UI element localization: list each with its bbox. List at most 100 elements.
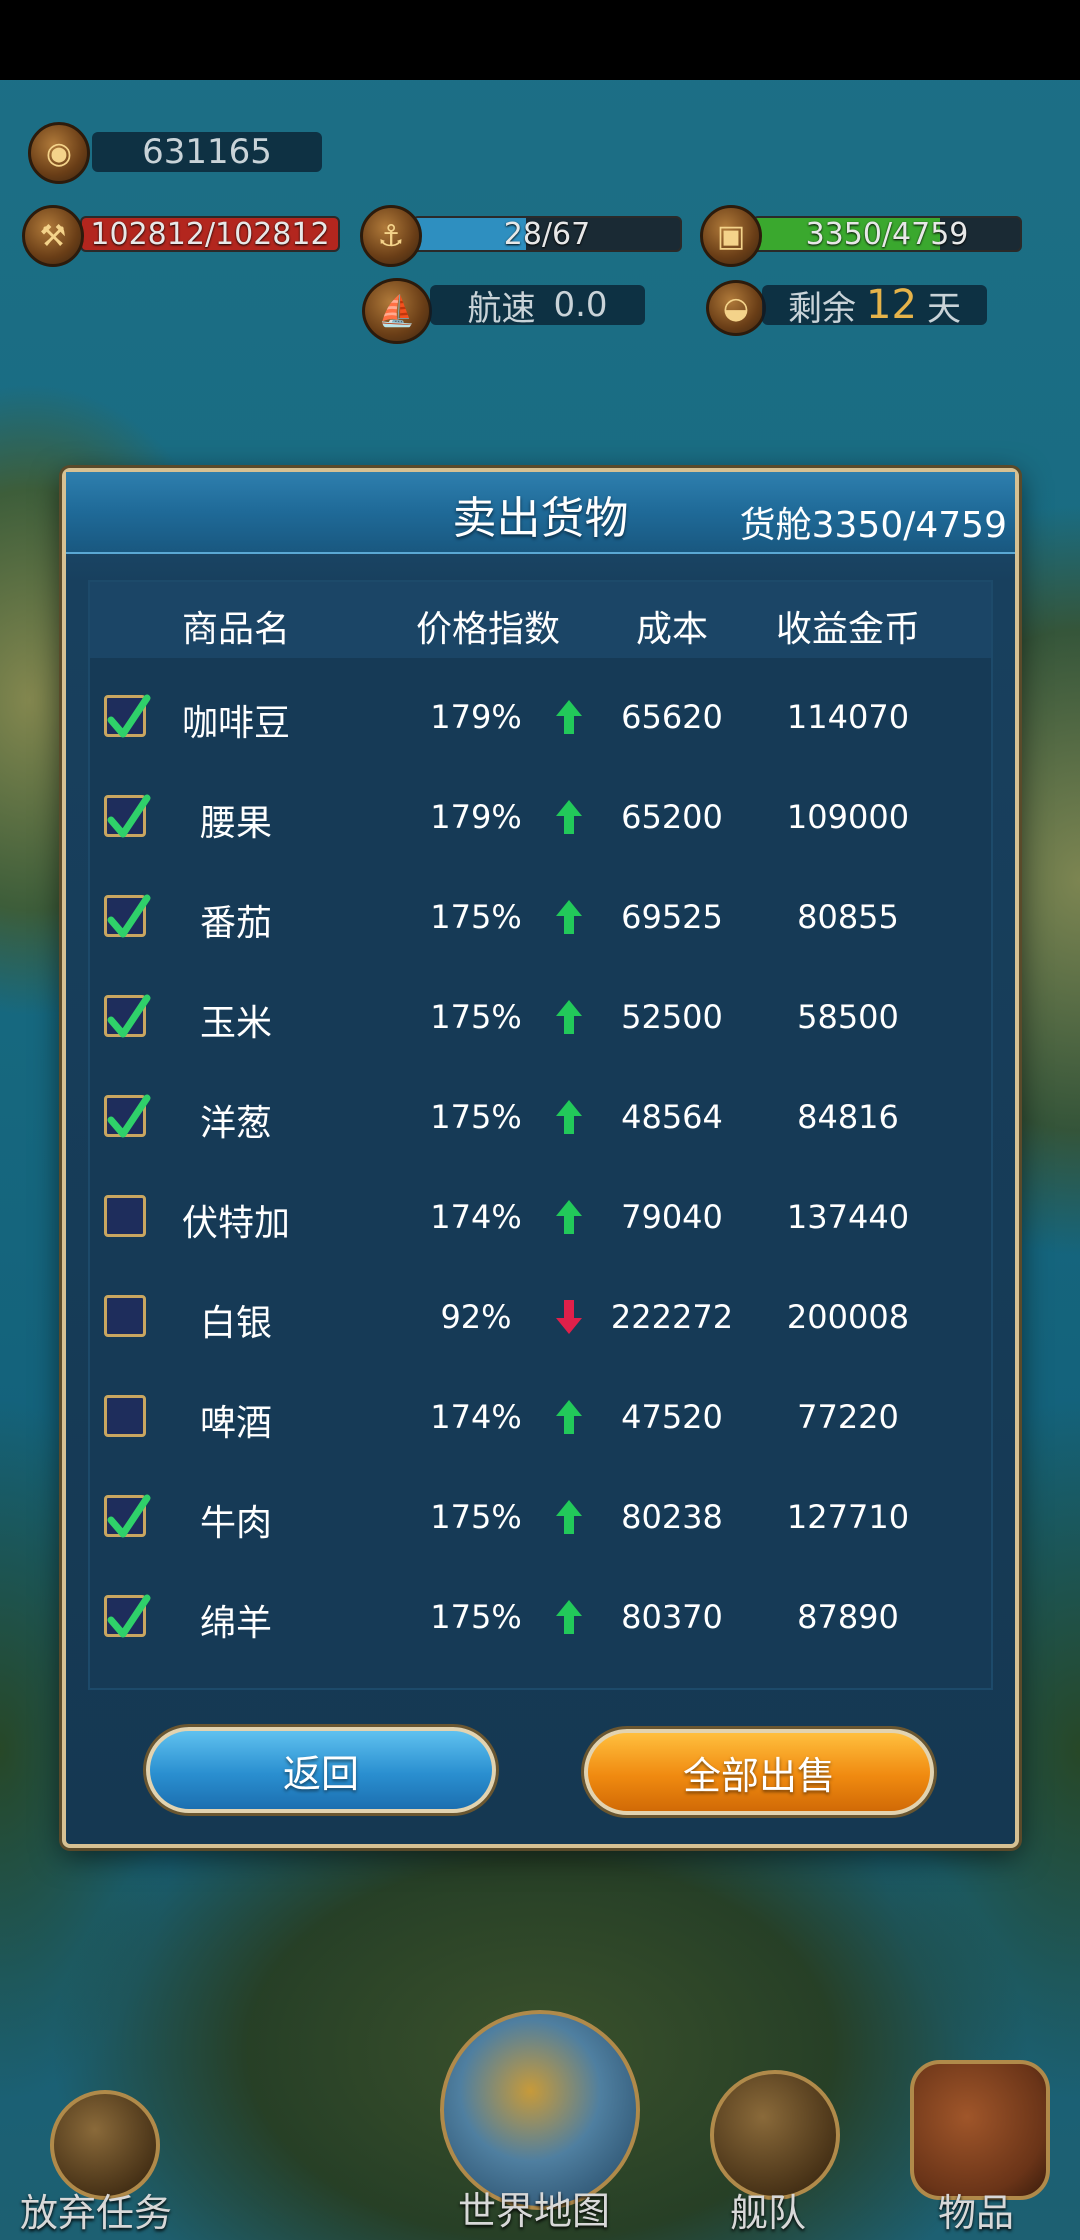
profit-value: 87890 [797, 1598, 899, 1636]
profit-value: 80855 [797, 898, 899, 936]
items-button[interactable]: 物品 [900, 2060, 1060, 2235]
table-row[interactable]: 白银 92% 222272 200008 [90, 1270, 991, 1370]
table-row[interactable]: 绵羊 175% 80370 87890 [90, 1570, 991, 1670]
trend-up-icon [554, 898, 584, 936]
price-index: 174% [430, 1398, 522, 1436]
row-checkbox[interactable] [104, 1195, 146, 1237]
cargo-bar: 3350/4759 [752, 216, 1022, 252]
checkmark-icon [107, 794, 151, 838]
speed-value: 0.0 [553, 285, 608, 325]
world-map-button[interactable]: 世界地图 [430, 2010, 650, 2233]
speed-display: 航速 0.0 [430, 285, 645, 329]
row-checkbox[interactable] [104, 694, 151, 738]
status-bar [0, 0, 1080, 80]
table-row[interactable]: 洋葱 175% 48564 84816 [90, 1070, 991, 1170]
cost-value: 80238 [621, 1498, 723, 1536]
goods-name: 洋葱 [199, 1103, 273, 1144]
crew-bar: 28/67 [412, 216, 682, 252]
remaining-days-value: 12 [866, 282, 917, 328]
ship-wheel-icon [710, 2070, 840, 2200]
row-checkbox[interactable] [104, 994, 151, 1038]
ship-icon: ⛵ [362, 278, 432, 344]
row-checkbox[interactable] [104, 894, 151, 938]
items-label: 物品 [938, 2191, 1015, 2235]
checkmark-icon [107, 994, 151, 1038]
profit-value: 200008 [786, 1298, 910, 1336]
table-row[interactable]: 牛肉 175% 80238 127710 [90, 1470, 991, 1570]
cost-value: 222272 [610, 1298, 734, 1336]
gold-coin-icon: ◉ [28, 122, 90, 184]
price-index: 175% [430, 1098, 522, 1136]
row-checkbox[interactable] [104, 794, 151, 838]
table-row[interactable]: 啤酒 174% 47520 77220 [90, 1370, 991, 1470]
cost-value: 48564 [621, 1098, 723, 1136]
price-index: 179% [430, 698, 522, 736]
cost-value: 52500 [621, 998, 723, 1036]
checkmark-icon [107, 1094, 151, 1138]
remaining-days-display: 剩余 12 天 [762, 282, 987, 329]
column-header-cost: 成本 [635, 609, 709, 650]
gold-amount: 631165 [92, 132, 322, 172]
profit-value: 77220 [797, 1398, 899, 1436]
durability-value: 102812/102812 [90, 216, 330, 252]
fleet-label: 舰队 [730, 2191, 807, 2235]
days-unit: 天 [926, 288, 961, 329]
table-row[interactable]: 番茄 175% 69525 80855 [90, 870, 991, 970]
abandon-mission-button[interactable]: 放弃任务 [20, 2090, 190, 2235]
trend-up-icon [554, 1598, 584, 1636]
profit-value: 137440 [786, 1198, 910, 1236]
table-row[interactable]: 玉米 175% 52500 58500 [90, 970, 991, 1070]
durability-bar: 102812/102812 [80, 216, 340, 252]
trend-up-icon [554, 1198, 584, 1236]
goods-name: 腰果 [199, 803, 273, 844]
sell-goods-dialog: 卖出货物 货舱3350/4759 商品名 价格指数 成本 收益金币 咖啡豆 179… [62, 468, 1019, 1848]
row-checkbox[interactable] [104, 1594, 151, 1638]
price-index: 175% [430, 1498, 522, 1536]
checkmark-icon [107, 1594, 151, 1638]
fleet-button[interactable]: 舰队 [700, 2070, 840, 2235]
row-checkbox[interactable] [104, 1494, 151, 1538]
checkmark-icon [107, 694, 151, 738]
remaining-label: 剩余 [788, 288, 857, 329]
profit-value: 58500 [797, 998, 899, 1036]
sell-all-button[interactable]: 全部出售 [584, 1729, 934, 1815]
row-checkbox[interactable] [104, 1295, 146, 1337]
price-index: 92% [440, 1298, 512, 1336]
price-index: 174% [430, 1198, 522, 1236]
checkmark-icon [107, 894, 151, 938]
price-index: 179% [430, 798, 522, 836]
abandon-mission-label: 放弃任务 [20, 2191, 173, 2235]
checkmark-icon [107, 1494, 151, 1538]
trend-up-icon [554, 698, 584, 736]
cost-value: 65200 [621, 798, 723, 836]
cargo-value: 3350/4759 [805, 216, 969, 252]
crew-icon: ⚓ [360, 205, 422, 267]
column-header-profit: 收益金币 [775, 609, 921, 650]
back-button[interactable]: 返回 [146, 1727, 496, 1813]
cost-value: 65620 [621, 698, 723, 736]
profit-value: 109000 [786, 798, 910, 836]
cargo-crate-icon: ▣ [700, 205, 762, 267]
row-checkbox[interactable] [104, 1395, 146, 1437]
goods-name: 番茄 [199, 903, 273, 944]
table-row[interactable]: 伏特加 174% 79040 137440 [90, 1170, 991, 1270]
trend-up-icon [554, 1498, 584, 1536]
trend-down-icon [554, 1298, 584, 1336]
goods-name: 白银 [199, 1303, 273, 1344]
bread-icon: ◒ [706, 280, 766, 336]
trend-up-icon [554, 1398, 584, 1436]
backpack-icon [910, 2060, 1050, 2200]
table-row[interactable]: 腰果 179% 65200 109000 [90, 770, 991, 870]
cost-value: 80370 [621, 1598, 723, 1636]
crew-value: 28/67 [503, 216, 591, 252]
column-header-price-index: 价格指数 [415, 609, 561, 650]
trend-up-icon [554, 998, 584, 1036]
row-checkbox[interactable] [104, 1094, 151, 1138]
profit-value: 127710 [786, 1498, 910, 1536]
price-index: 175% [430, 998, 522, 1036]
column-header-name: 商品名 [181, 609, 291, 650]
cost-value: 69525 [621, 898, 723, 936]
goods-name: 绵羊 [199, 1603, 273, 1644]
table-row[interactable]: 咖啡豆 179% 65620 114070 [90, 670, 991, 770]
profit-value: 84816 [797, 1098, 899, 1136]
